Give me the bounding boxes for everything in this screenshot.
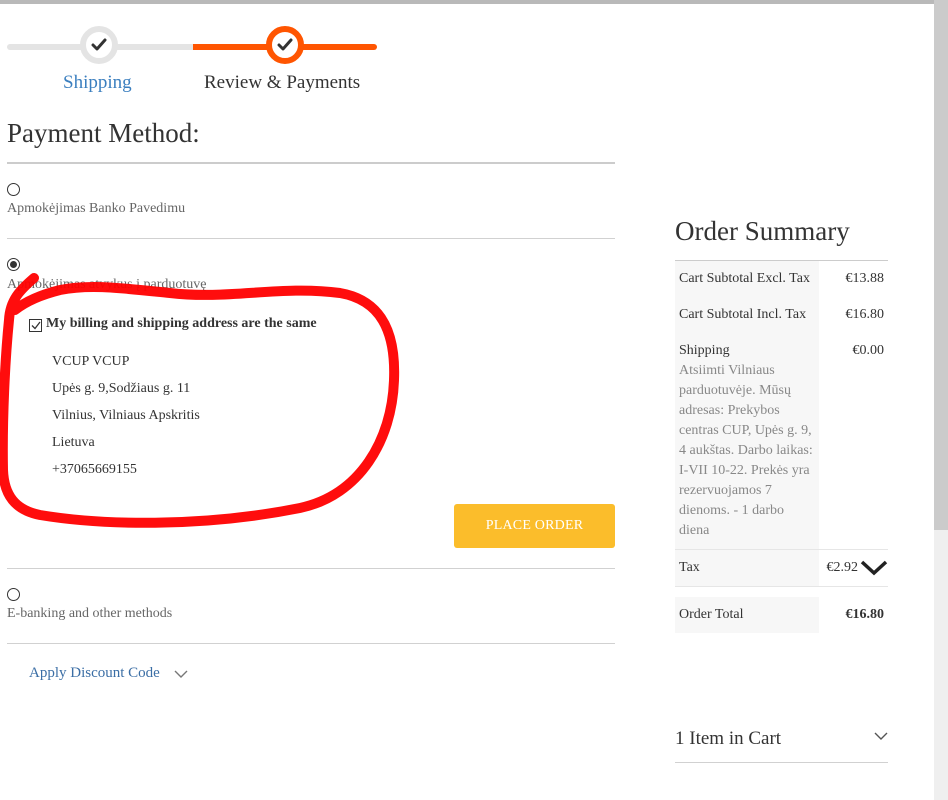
address-phone: +37065669155: [52, 462, 137, 477]
address-city: Vilnius, Vilniaus Apskritis: [52, 408, 200, 423]
step-review-dot: [266, 26, 304, 64]
summary-label: Cart Subtotal Incl. Tax: [675, 297, 819, 333]
title-divider: [7, 162, 615, 164]
scrollbar-thumb[interactable]: [934, 0, 948, 530]
summary-label: Tax: [675, 550, 819, 586]
chevron-down-icon: [874, 732, 888, 740]
apply-discount-label: Apply Discount Code: [29, 665, 160, 681]
step-shipping-dot[interactable]: [80, 26, 118, 64]
address-street: Upės g. 9,Sodžiaus g. 11: [52, 381, 191, 396]
method-label-pay-in-store[interactable]: Apmokėjimas atvykus į parduotuvę: [7, 277, 206, 293]
place-order-button[interactable]: PLACE ORDER: [454, 504, 615, 548]
method-divider: [7, 643, 615, 644]
radio-bank-transfer[interactable]: [7, 183, 20, 196]
shipping-method-description: Atsiimti Vilniaus parduotuvėje. Mūsų adr…: [679, 363, 813, 538]
summary-row-subtotal-excl: Cart Subtotal Excl. Tax €13.88: [675, 261, 888, 297]
page-scrollbar[interactable]: [934, 0, 948, 800]
method-divider: [7, 568, 615, 569]
step-shipping-link[interactable]: Shipping: [63, 72, 132, 94]
items-in-cart-toggle[interactable]: 1 Item in Cart: [675, 722, 888, 763]
billing-same-label[interactable]: My billing and shipping address are the …: [46, 316, 317, 332]
address-country: Lietuva: [52, 435, 95, 450]
checkmark-icon: [277, 38, 293, 51]
summary-value: €0.00: [852, 343, 885, 358]
summary-row-shipping: Shipping Atsiimti Vilniaus parduotuvėje.…: [675, 333, 888, 549]
method-label-bank-transfer[interactable]: Apmokėjimas Banko Pavedimu: [7, 201, 185, 217]
method-divider: [7, 238, 615, 239]
summary-label: Cart Subtotal Excl. Tax: [675, 261, 819, 297]
address-name: VCUP VCUP: [52, 354, 130, 369]
method-label-e-banking[interactable]: E-banking and other methods: [7, 606, 172, 622]
order-total-value: €16.80: [845, 607, 885, 622]
checkmark-icon: [91, 38, 107, 51]
summary-value: €16.80: [845, 307, 885, 322]
payment-method-title: Payment Method:: [7, 118, 200, 148]
summary-value: €13.88: [845, 271, 885, 286]
chevron-down-icon: [860, 560, 888, 576]
checkmark-icon: [31, 321, 41, 330]
step-review-label: Review & Payments: [204, 72, 361, 93]
tax-details-toggle[interactable]: [860, 559, 890, 577]
window-top-bar: [0, 0, 934, 4]
summary-label: Order Total: [675, 597, 819, 633]
chevron-down-icon: [174, 670, 188, 678]
radio-pay-in-store[interactable]: [7, 258, 20, 271]
apply-discount-toggle[interactable]: Apply Discount Code: [29, 665, 188, 682]
checkout-progress: Shipping Review & Payments: [7, 26, 379, 96]
annotation-stroke: [0, 273, 400, 528]
summary-label: Shipping: [679, 343, 730, 358]
summary-label-shipping: Shipping Atsiimti Vilniaus parduotuvėje.…: [675, 333, 819, 549]
summary-row-order-total: Order Total €16.80: [675, 586, 888, 633]
items-in-cart-label: 1 Item in Cart: [675, 728, 782, 749]
summary-row-tax: Tax €2.92: [675, 549, 888, 586]
order-summary-title: Order Summary: [675, 216, 850, 246]
order-summary-table: Cart Subtotal Excl. Tax €13.88 Cart Subt…: [675, 261, 888, 633]
radio-e-banking[interactable]: [7, 588, 20, 601]
billing-same-checkbox[interactable]: [29, 319, 42, 332]
summary-row-subtotal-incl: Cart Subtotal Incl. Tax €16.80: [675, 297, 888, 333]
